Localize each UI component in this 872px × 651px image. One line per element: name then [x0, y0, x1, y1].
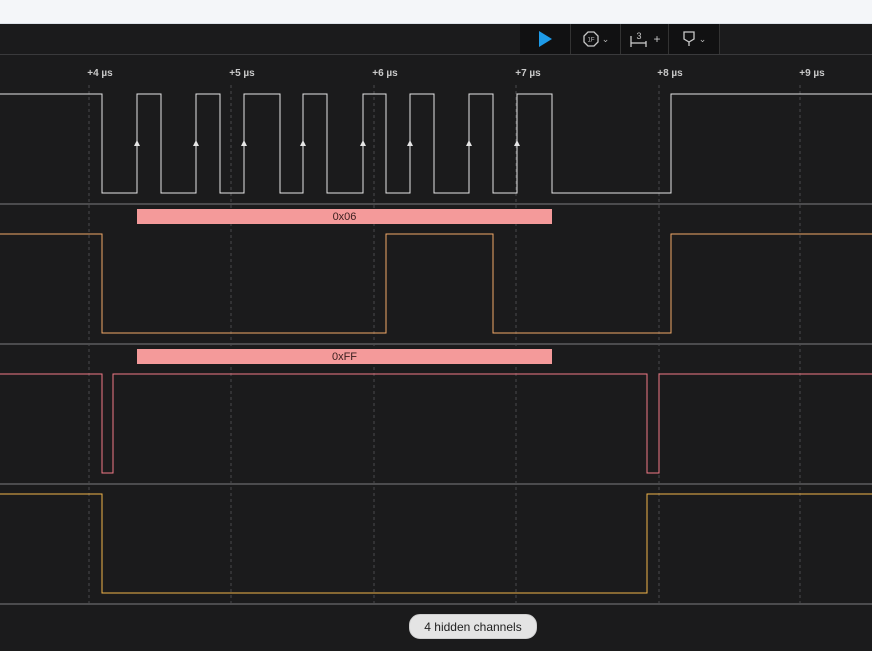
start-capture-button[interactable]	[520, 24, 570, 54]
channel-3-waveform	[0, 493, 872, 594]
chevron-down-icon: ⌄	[601, 33, 610, 44]
add-measurement-button[interactable]: 3 +	[620, 24, 669, 54]
svg-text:1F: 1F	[587, 38, 594, 44]
channel-0-waveform	[0, 93, 872, 194]
protocol-decode-bar[interactable]: 0x06	[137, 209, 552, 224]
marker-icon	[683, 31, 695, 46]
channel-2-row[interactable]	[0, 373, 872, 474]
measure-icon: 3	[630, 31, 648, 47]
capture-toolbar: 1F ⌄ 3 + ⌄	[0, 24, 872, 55]
svg-text:3: 3	[637, 31, 642, 41]
chevron-down-icon: ⌄	[698, 33, 707, 44]
channel-3-row[interactable]	[0, 493, 872, 594]
hidden-channels-button[interactable]: 4 hidden channels	[409, 614, 537, 639]
channel-separators	[0, 203, 872, 605]
channel-1-row[interactable]	[0, 233, 872, 334]
window-top-strip	[0, 0, 872, 24]
protocol-decode-bar[interactable]: 0xFF	[137, 349, 552, 364]
trigger-dropdown-button[interactable]: 1F ⌄	[570, 24, 621, 54]
play-icon	[539, 31, 552, 47]
channel-0-row[interactable]	[0, 93, 872, 194]
marker-dropdown-button[interactable]: ⌄	[668, 24, 720, 54]
channel-2-waveform	[0, 373, 872, 474]
channel-1-waveform	[0, 233, 872, 334]
trigger-icon: 1F	[583, 31, 599, 47]
add-icon: +	[653, 32, 661, 46]
